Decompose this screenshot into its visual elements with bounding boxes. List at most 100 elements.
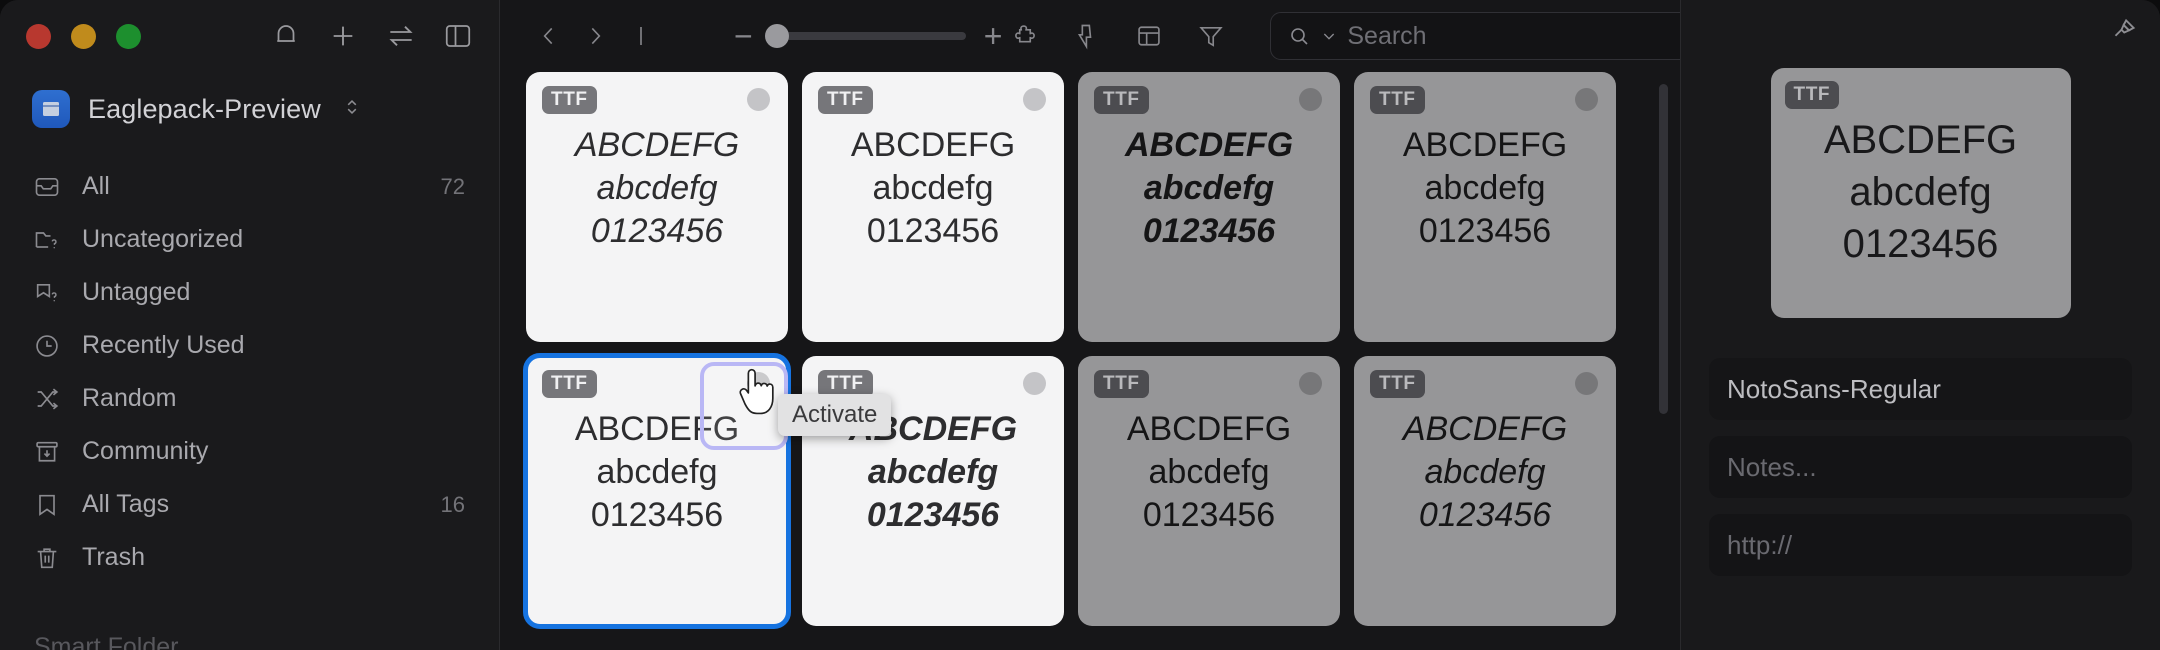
sidebar-item-all[interactable]: All 72	[18, 160, 481, 213]
divider-icon	[618, 13, 664, 59]
sidebar-item-label: All Tags	[82, 490, 170, 518]
font-specimen: ABCDEFG abcdefg 0123456	[1078, 124, 1340, 252]
back-icon[interactable]	[526, 13, 572, 59]
sync-icon[interactable]	[385, 20, 417, 52]
titlebar	[0, 0, 499, 72]
bolt-icon[interactable]	[1064, 13, 1110, 59]
traffic-lights	[26, 23, 141, 49]
font-card[interactable]: TTF ABCDEFG abcdefg 0123456	[1354, 72, 1616, 342]
search-icon	[1287, 24, 1311, 48]
preview-line: abcdefg	[1849, 170, 1992, 214]
filter-icon[interactable]	[1188, 13, 1234, 59]
sidebar-item-trash[interactable]: Trash	[18, 531, 481, 584]
sidebar-item-uncategorized[interactable]: Uncategorized	[18, 213, 481, 266]
tag-question-icon	[32, 279, 62, 307]
search-scope-chevron-down-icon[interactable]	[1321, 28, 1337, 44]
specimen-line: 0123456	[1142, 495, 1276, 534]
activate-toggle[interactable]	[1575, 88, 1598, 111]
specimen-line: abcdefg	[872, 168, 994, 207]
zoom-control: − +	[734, 20, 1002, 52]
font-specimen: ABCDEFG abcdefg 0123456	[1078, 408, 1340, 536]
clock-icon	[32, 332, 62, 360]
activate-toggle[interactable]	[1575, 372, 1598, 395]
sidebar-item-label: Recently Used	[82, 331, 245, 359]
specimen-line: 0123456	[1418, 211, 1552, 250]
grid-scrollbar[interactable]	[1659, 84, 1668, 414]
minimize-button[interactable]	[71, 23, 96, 49]
toggle-sidebar-icon[interactable]	[443, 21, 473, 51]
sidebar-item-untagged[interactable]: Untagged	[18, 266, 481, 319]
url-placeholder: http://	[1727, 529, 1793, 560]
chevron-updown-icon[interactable]	[343, 94, 361, 125]
font-name-value: NotoSans-Regular	[1727, 373, 1941, 404]
puzzle-icon[interactable]	[1002, 13, 1048, 59]
font-specimen: ABCDEFG abcdefg 0123456	[1354, 408, 1616, 536]
library-selector[interactable]: Eaglepack-Preview	[0, 72, 499, 154]
specimen-line: 0123456	[590, 211, 724, 250]
format-badge: TTF	[542, 86, 597, 114]
activate-toggle[interactable]	[747, 372, 770, 395]
toolbar-left	[526, 13, 664, 59]
specimen-line: ABCDEFG	[574, 126, 740, 164]
font-card-selected[interactable]: TTF ABCDEFG abcdefg 0123456	[523, 353, 791, 629]
url-field[interactable]: http://	[1709, 514, 2132, 576]
sidebar-item-label: Community	[82, 437, 209, 465]
activate-toggle[interactable]	[747, 88, 770, 111]
sidebar-item-recently-used[interactable]: Recently Used	[18, 319, 481, 372]
sidebar-item-all-tags[interactable]: All Tags 16	[18, 478, 481, 531]
sidebar-item-count: 16	[440, 491, 465, 517]
specimen-line: abcdefg	[1424, 452, 1546, 491]
sidebar-item-random[interactable]: Random	[18, 372, 481, 425]
zoom-button[interactable]	[116, 23, 141, 49]
activate-toggle[interactable]	[1023, 372, 1046, 395]
search-placeholder: Search	[1347, 21, 1427, 50]
sidebar-item-label: Random	[82, 384, 177, 412]
smart-folder-heading: Smart Folder	[34, 633, 179, 650]
sidebar-item-label: All	[82, 172, 110, 200]
activate-toggle[interactable]	[1299, 88, 1322, 111]
specimen-line: abcdefg	[1148, 452, 1270, 491]
pin-icon[interactable]	[2108, 16, 2138, 51]
activate-toggle[interactable]	[1023, 88, 1046, 111]
zoom-out-button[interactable]: −	[734, 20, 753, 52]
layout-icon[interactable]	[1126, 13, 1172, 59]
preview-line: ABCDEFG	[1823, 118, 2018, 162]
font-specimen: ABCDEFG abcdefg 0123456	[526, 408, 788, 536]
specimen-line: 0123456	[1142, 211, 1276, 250]
app-window: Eaglepack-Preview All 72 Uncategorized U…	[0, 0, 2160, 650]
download-box-icon	[32, 438, 62, 466]
preview-line: 0123456	[1842, 222, 1999, 266]
forward-icon[interactable]	[572, 13, 618, 59]
specimen-line: ABCDEFG	[850, 126, 1016, 164]
specimen-line: 0123456	[1418, 495, 1552, 534]
sidebar: Eaglepack-Preview All 72 Uncategorized U…	[0, 0, 500, 650]
font-card[interactable]: TTF ABCDEFG abcdefg 0123456	[802, 72, 1064, 342]
font-card[interactable]: TTF ABCDEFG abcdefg 0123456	[1354, 356, 1616, 626]
activate-toggle[interactable]	[1299, 372, 1322, 395]
zoom-slider-knob[interactable]	[764, 24, 789, 48]
specimen-line: abcdefg	[596, 168, 718, 207]
sidebar-item-label: Trash	[82, 543, 145, 571]
close-button[interactable]	[26, 23, 51, 49]
toolbar: − + Search	[500, 0, 1711, 72]
toolbar-right: Search	[1002, 12, 1711, 60]
font-name-field[interactable]: NotoSans-Regular	[1709, 358, 2132, 420]
notifications-icon[interactable]	[271, 21, 301, 51]
font-card[interactable]: TTF ABCDEFG abcdefg 0123456	[1078, 72, 1340, 342]
inspector-panel: TTF ABCDEFG abcdefg 0123456 NotoSans-Reg…	[1680, 0, 2160, 650]
sidebar-item-community[interactable]: Community	[18, 425, 481, 478]
specimen-line: abcdefg	[1143, 168, 1275, 207]
add-icon[interactable]	[327, 20, 359, 52]
window-actions	[271, 20, 473, 52]
format-badge: TTF	[1370, 370, 1425, 398]
library-name: Eaglepack-Preview	[88, 93, 321, 124]
font-grid-area: TTF ABCDEFG abcdefg 0123456 TTF ABCDEFG …	[500, 72, 1680, 650]
font-card[interactable]: TTF ABCDEFG abcdefg 0123456	[526, 72, 788, 342]
specimen-line: ABCDEFG	[1402, 126, 1568, 164]
search-input[interactable]: Search	[1270, 12, 1711, 60]
zoom-in-button[interactable]: +	[984, 20, 1003, 52]
shuffle-icon	[32, 385, 62, 413]
font-card[interactable]: TTF ABCDEFG abcdefg 0123456	[1078, 356, 1340, 626]
zoom-slider[interactable]	[764, 24, 966, 48]
notes-field[interactable]: Notes...	[1709, 436, 2132, 498]
